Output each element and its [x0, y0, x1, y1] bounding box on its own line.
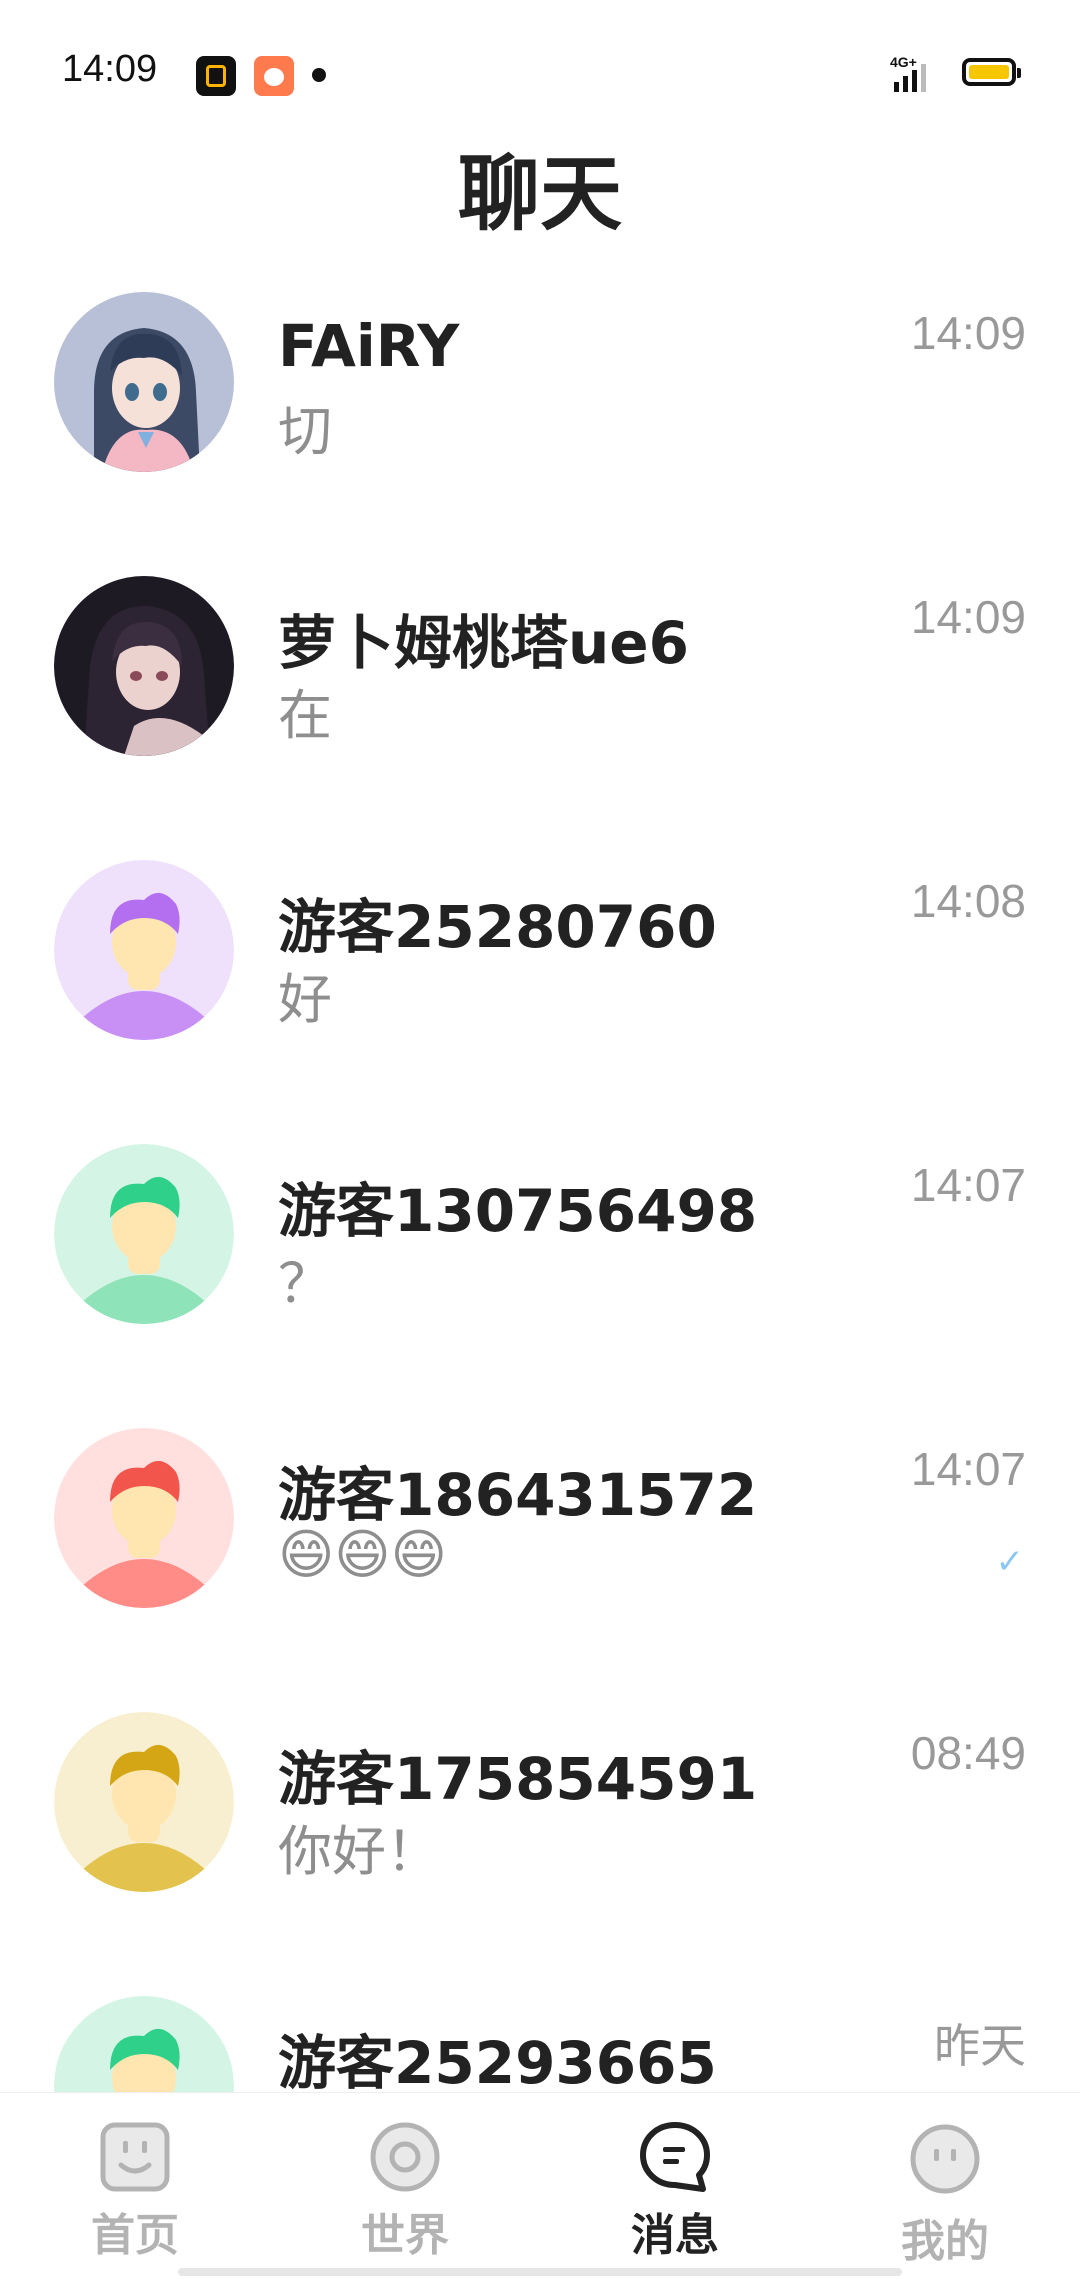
chat-name: FAiRY — [278, 312, 460, 380]
chat-last-message: 😄😄😄 — [278, 1523, 447, 1586]
profile-smile-icon — [910, 2124, 980, 2194]
avatar[interactable] — [54, 1712, 234, 1892]
chat-time: 08:49 — [910, 1727, 1026, 1779]
status-time: 14:09 — [62, 48, 158, 90]
chat-name: 游客130756498 — [278, 1177, 758, 1245]
chat-list-item[interactable]: 游客25293665 昨天 — [0, 1986, 1080, 2092]
message-bubble-icon — [640, 2122, 710, 2192]
nav-item-messages[interactable]: 消息 — [540, 2093, 810, 2281]
chat-list-item[interactable]: 游客25280760 好 14:08 — [0, 850, 1080, 1134]
chat-time: 14:09 — [910, 307, 1026, 359]
chat-list-item[interactable]: 游客130756498 ？ 14:07 — [0, 1134, 1080, 1418]
chat-name: 游客25293665 — [278, 2029, 717, 2092]
chat-time: 14:08 — [910, 875, 1026, 927]
chat-time: 昨天 — [934, 2020, 1026, 2072]
avatar[interactable] — [54, 292, 234, 472]
nav-label-world: 世界 — [361, 2210, 449, 2261]
notification-dot-icon — [312, 68, 326, 82]
avatar[interactable] — [54, 1144, 234, 1324]
read-check-icon: ✓ — [995, 1542, 1025, 1582]
chat-name: 萝卜姆桃塔ue6 — [278, 609, 689, 677]
nav-label-messages: 消息 — [631, 2210, 719, 2261]
nav-item-profile[interactable]: 我的 — [810, 2093, 1080, 2281]
qq-browser-icon — [196, 56, 236, 96]
chat-list: FAiRY 切 14:09 萝卜姆桃塔ue6 在 14:09 游客25280760 好 14:0… — [0, 282, 1080, 2092]
bunny-app-icon — [254, 56, 294, 96]
chat-list-item[interactable]: FAiRY 切 14:09 — [0, 282, 1080, 566]
chat-time: 14:07 — [910, 1443, 1026, 1495]
chat-name: 游客25280760 — [278, 893, 717, 961]
avatar[interactable] — [54, 576, 234, 756]
nav-label-profile: 我的 — [901, 2216, 989, 2267]
chat-last-message: 你好！ — [278, 1820, 440, 1883]
home-face-icon — [100, 2122, 170, 2192]
page-title: 聊天 — [457, 147, 622, 242]
battery-icon — [962, 58, 1021, 86]
nav-item-home[interactable]: 首页 — [0, 2093, 270, 2281]
chat-list-item[interactable]: 游客186431572 😄😄😄 14:07 ✓ — [0, 1418, 1080, 1702]
avatar[interactable] — [54, 1428, 234, 1608]
avatar[interactable] — [54, 860, 234, 1040]
network-type: 4G+ — [890, 54, 917, 70]
chat-last-message: ？ — [278, 1252, 332, 1315]
chat-last-message: 好 — [278, 968, 332, 1031]
chat-name: 游客175854591 — [278, 1745, 758, 1813]
chat-last-message: 在 — [278, 684, 332, 747]
home-indicator — [178, 2268, 902, 2276]
chat-list-item[interactable]: 萝卜姆桃塔ue6 在 14:09 — [0, 566, 1080, 850]
nav-label-home: 首页 — [91, 2210, 179, 2261]
chat-time: 14:07 — [910, 1159, 1026, 1211]
cellular-signal-icon: 4G+ — [880, 54, 942, 94]
chat-list-item[interactable]: 游客175854591 你好！ 08:49 — [0, 1702, 1080, 1986]
chat-last-message: 切 — [278, 400, 332, 463]
avatar[interactable] — [54, 1996, 234, 2092]
chat-name: 游客186431572 — [278, 1461, 758, 1529]
bottom-nav: 首页 世界 消息 我的 — [0, 2092, 1080, 2281]
chat-time: 14:09 — [910, 591, 1026, 643]
nav-item-world[interactable]: 世界 — [270, 2093, 540, 2281]
world-ring-icon — [370, 2122, 440, 2192]
status-bar: 14:09 4G+ — [0, 0, 1080, 140]
